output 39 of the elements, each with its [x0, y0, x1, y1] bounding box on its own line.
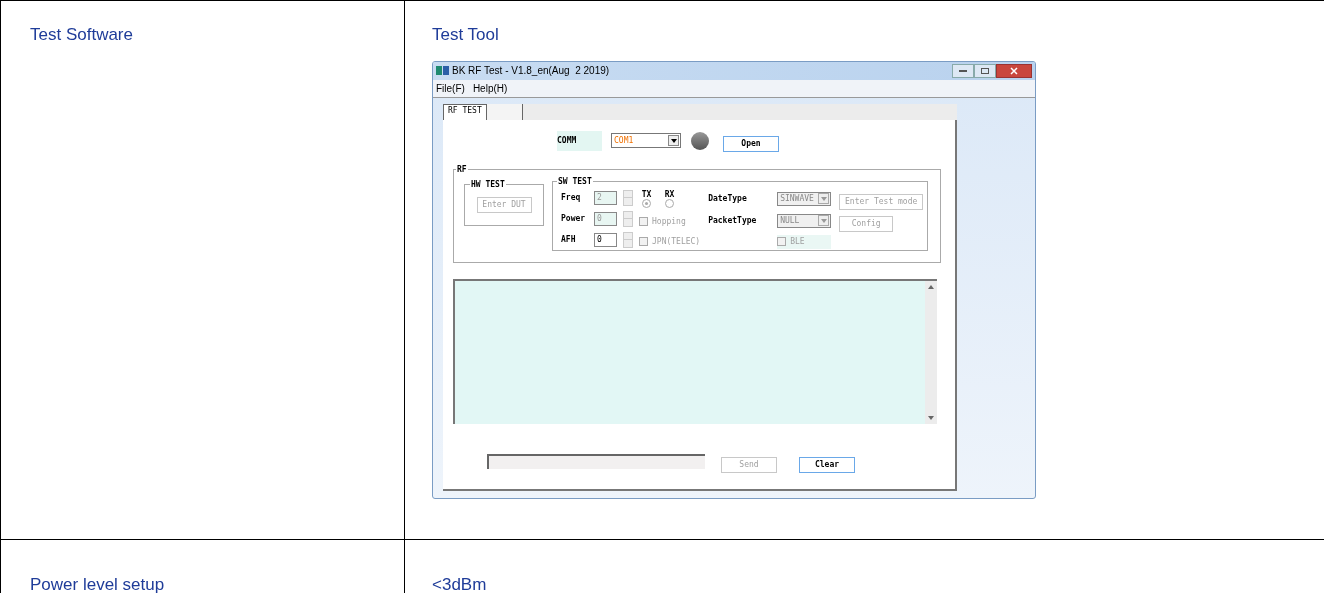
tab[interactable] [486, 103, 523, 120]
spinner-arrows-icon[interactable] [623, 231, 633, 248]
field-label: PacketType [708, 214, 758, 227]
radio-label: RX [664, 189, 675, 199]
scrollbar[interactable] [925, 280, 937, 424]
field-label: DateType [708, 192, 748, 205]
scroll-down-icon[interactable] [928, 415, 934, 420]
checkbox-label: Hopping [652, 215, 686, 228]
row-value: Test Tool [432, 24, 500, 46]
minimize-icon[interactable] [952, 63, 974, 78]
tab[interactable]: RF TEST [443, 103, 487, 120]
button[interactable]: Open [723, 135, 779, 152]
menu-item[interactable]: File(F) [436, 80, 465, 96]
maximize-icon[interactable] [974, 63, 996, 78]
close-icon[interactable] [996, 63, 1032, 78]
button[interactable]: Clear [799, 456, 855, 473]
command-field[interactable] [487, 454, 705, 469]
window-title: BK RF Test - V1.8_en(Aug 2 2019) [452, 64, 610, 78]
row-label: Test Software [30, 25, 133, 44]
app-logo-icon [436, 65, 449, 76]
number-field[interactable]: 0 [594, 232, 617, 247]
dropdown-arrow-icon [818, 215, 830, 226]
checkbox-label: BLE [790, 235, 805, 248]
scroll-up-icon[interactable] [928, 284, 934, 289]
field-label: Freq [561, 191, 582, 204]
field-label: AFH [561, 233, 577, 246]
row-value: <3dBm [432, 574, 488, 593]
dropdown-arrow-icon [668, 135, 679, 146]
status-light [691, 131, 709, 150]
dropdown-arrow-icon [818, 193, 830, 204]
checkbox-label: JPN(TELEC) [652, 235, 701, 248]
comm-label: COMM [557, 130, 602, 151]
row-label: Power level setup [30, 575, 165, 593]
spinner-arrows-icon[interactable] [623, 210, 633, 227]
port-dropdown[interactable]: COM1 [611, 133, 681, 148]
radio-label: TX [641, 189, 652, 199]
spinner-arrows-icon[interactable] [623, 189, 633, 206]
field-label: Power [561, 212, 587, 225]
menu-item[interactable]: Help(H) [472, 80, 508, 96]
